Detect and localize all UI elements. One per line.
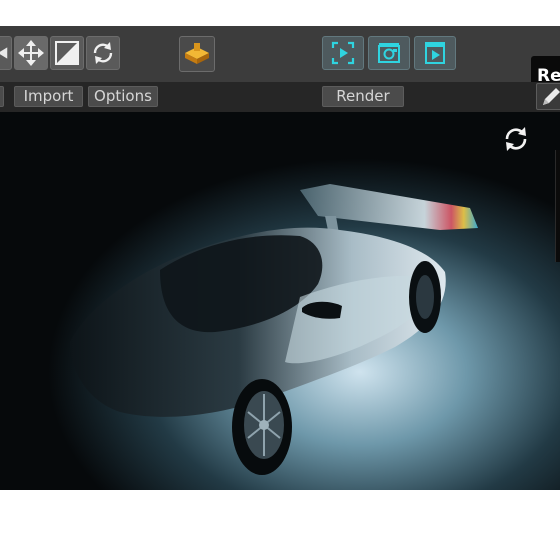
render-frame-icon — [331, 41, 355, 65]
camera-render-button[interactable] — [368, 36, 410, 70]
scale-icon — [55, 41, 79, 65]
right-side-panel — [555, 150, 560, 262]
page-background — [0, 490, 560, 560]
main-toolbar: Re — [0, 26, 560, 96]
select-tool-button[interactable] — [0, 36, 12, 70]
import-button[interactable]: Import — [14, 86, 83, 107]
left-cut-button[interactable] — [0, 86, 4, 107]
move-icon — [18, 40, 44, 66]
play-render-button[interactable] — [414, 36, 456, 70]
arrow-left-icon — [0, 47, 8, 59]
render-viewport[interactable] — [0, 112, 560, 490]
render-frame-button[interactable] — [322, 36, 364, 70]
rotate-tool-button[interactable] — [86, 36, 120, 70]
scale-tool-button[interactable] — [50, 36, 84, 70]
rotate-icon — [93, 42, 113, 64]
refresh-icon — [505, 127, 527, 151]
car-render-image — [70, 184, 478, 475]
edit-button[interactable] — [536, 83, 560, 110]
move-tool-button[interactable] — [14, 36, 48, 70]
render-button[interactable]: Render — [322, 86, 404, 107]
object-button[interactable] — [179, 36, 215, 72]
play-render-icon — [425, 42, 445, 64]
sub-toolbar: Import Options Render — [0, 82, 560, 112]
options-button[interactable]: Options — [88, 86, 158, 107]
pencil-icon — [543, 88, 560, 105]
camera-render-icon — [378, 43, 400, 63]
refresh-view-button[interactable] — [499, 122, 533, 156]
object-cube-icon — [185, 43, 209, 64]
